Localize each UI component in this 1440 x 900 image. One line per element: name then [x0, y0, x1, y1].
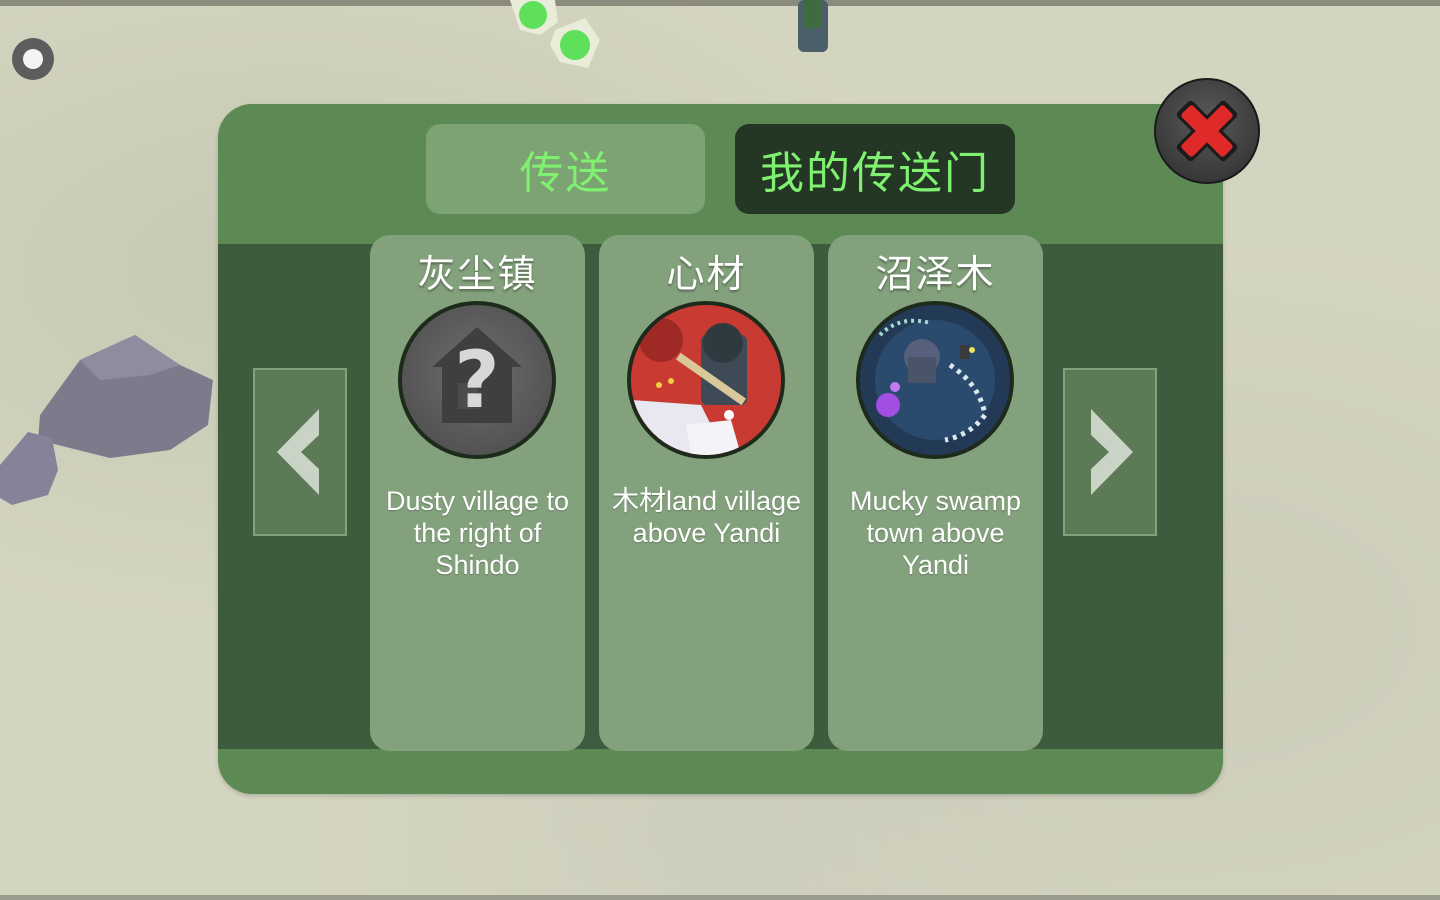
portal-description: Dusty village to the right of Shindo: [385, 486, 570, 580]
portal-title: 心材: [666, 252, 747, 296]
portal-card-heartwood[interactable]: 心材 木材land village above Yandi: [599, 235, 814, 751]
tab-my-portals[interactable]: 我的传送门: [735, 124, 1015, 214]
tab-teleport-label: 传送: [519, 148, 612, 199]
portal-dialog: 传送 我的传送门 灰尘镇 ? Dusty village to the righ…: [218, 104, 1223, 794]
chevron-left-icon: [277, 409, 319, 495]
portal-description: Mucky swamp town above Yandi: [849, 486, 1022, 580]
portal-title: 灰尘镇: [417, 252, 538, 296]
next-page-button[interactable]: [1063, 368, 1157, 536]
red-x-close-icon: [1176, 100, 1238, 162]
portal-title: 沼泽木: [875, 252, 996, 296]
portal-card-dusty-village[interactable]: 灰尘镇 ? Dusty village to the right of Shin…: [370, 235, 585, 751]
top-scenery-objects: [510, 0, 828, 68]
bottom-edge-strip: [0, 895, 1440, 900]
rock-scenery: [0, 335, 213, 505]
record-dot-icon[interactable]: [12, 38, 54, 80]
svg-text:?: ?: [454, 336, 499, 426]
tab-my-portals-label: 我的传送门: [760, 148, 990, 199]
prev-page-button[interactable]: [253, 368, 347, 536]
tab-teleport[interactable]: 传送: [426, 124, 705, 214]
portal-card-swampwood[interactable]: 沼泽木 Mucky swamp town above Yandi: [828, 235, 1043, 751]
swamp-preview-thumbnail: [856, 301, 1014, 459]
chevron-right-icon: [1091, 409, 1133, 495]
village-preview-thumbnail: [627, 301, 785, 459]
portal-description: 木材land village above Yandi: [611, 486, 802, 548]
close-button[interactable]: [1154, 78, 1260, 184]
unknown-house-question-icon: ?: [398, 301, 556, 459]
